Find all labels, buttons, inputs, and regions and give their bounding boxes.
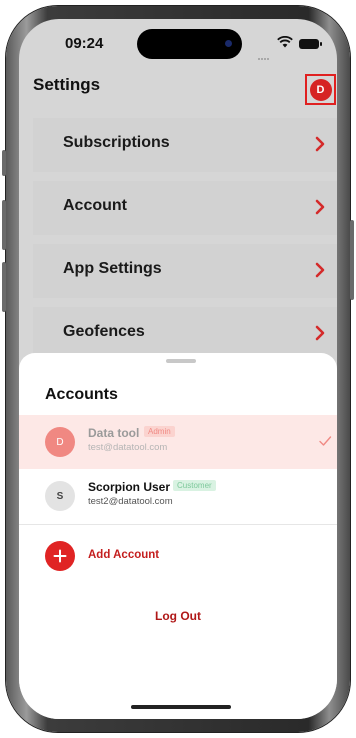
battery-icon [299,39,322,49]
account-row-data-tool[interactable]: D Data tool Admin test@datatool.com [19,415,337,469]
chevron-right-icon [315,136,325,152]
menu-item-account[interactable]: Account [33,181,337,235]
page-title: Settings [33,75,101,94]
volume-down-button [2,262,6,312]
menu-item-label: Subscriptions [63,134,170,151]
account-name: Scorpion User [88,480,171,494]
screen: 09:24 Settings D Subscriptions Account A… [19,19,337,719]
menu-item-app-settings[interactable]: App Settings [33,244,337,298]
sheet-title: Accounts [45,386,118,403]
avatar: S [45,481,75,511]
plus-icon [45,541,75,571]
log-out-button[interactable]: Log Out [19,609,337,623]
menu-item-label: App Settings [63,260,162,277]
camera-dot [225,40,232,47]
account-row-scorpion-user[interactable]: S Scorpion User Customer test2@datatool.… [19,469,337,523]
volume-up-button [2,200,6,250]
signal-icon [258,45,270,64]
power-button [350,220,354,300]
account-email: test@datatool.com [88,442,168,453]
dynamic-island [137,29,242,59]
account-avatar-button[interactable]: D [305,74,336,105]
account-name: Data tool [88,426,140,440]
divider [19,524,337,525]
side-button [2,150,6,176]
account-email: test2@datatool.com [88,496,173,507]
role-badge: Customer [173,480,216,491]
home-indicator [131,705,231,709]
chevron-right-icon [315,325,325,341]
accounts-bottom-sheet: Accounts D Data tool Admin test@datatool… [19,353,337,719]
checkmark-icon [319,436,332,446]
avatar: D [309,78,332,101]
chevron-right-icon [315,199,325,215]
status-time: 09:24 [65,35,104,52]
avatar: D [45,427,75,457]
sheet-grabber[interactable] [166,359,196,363]
menu-item-label: Geofences [63,323,145,340]
add-account-button[interactable]: Add Account [19,531,337,579]
add-account-label: Add Account [88,549,160,561]
status-bar: 09:24 [19,19,337,75]
role-badge: Admin [144,426,175,437]
menu-item-label: Account [63,197,127,214]
menu-item-subscriptions[interactable]: Subscriptions [33,118,337,172]
wifi-icon [277,36,293,48]
chevron-right-icon [315,262,325,278]
